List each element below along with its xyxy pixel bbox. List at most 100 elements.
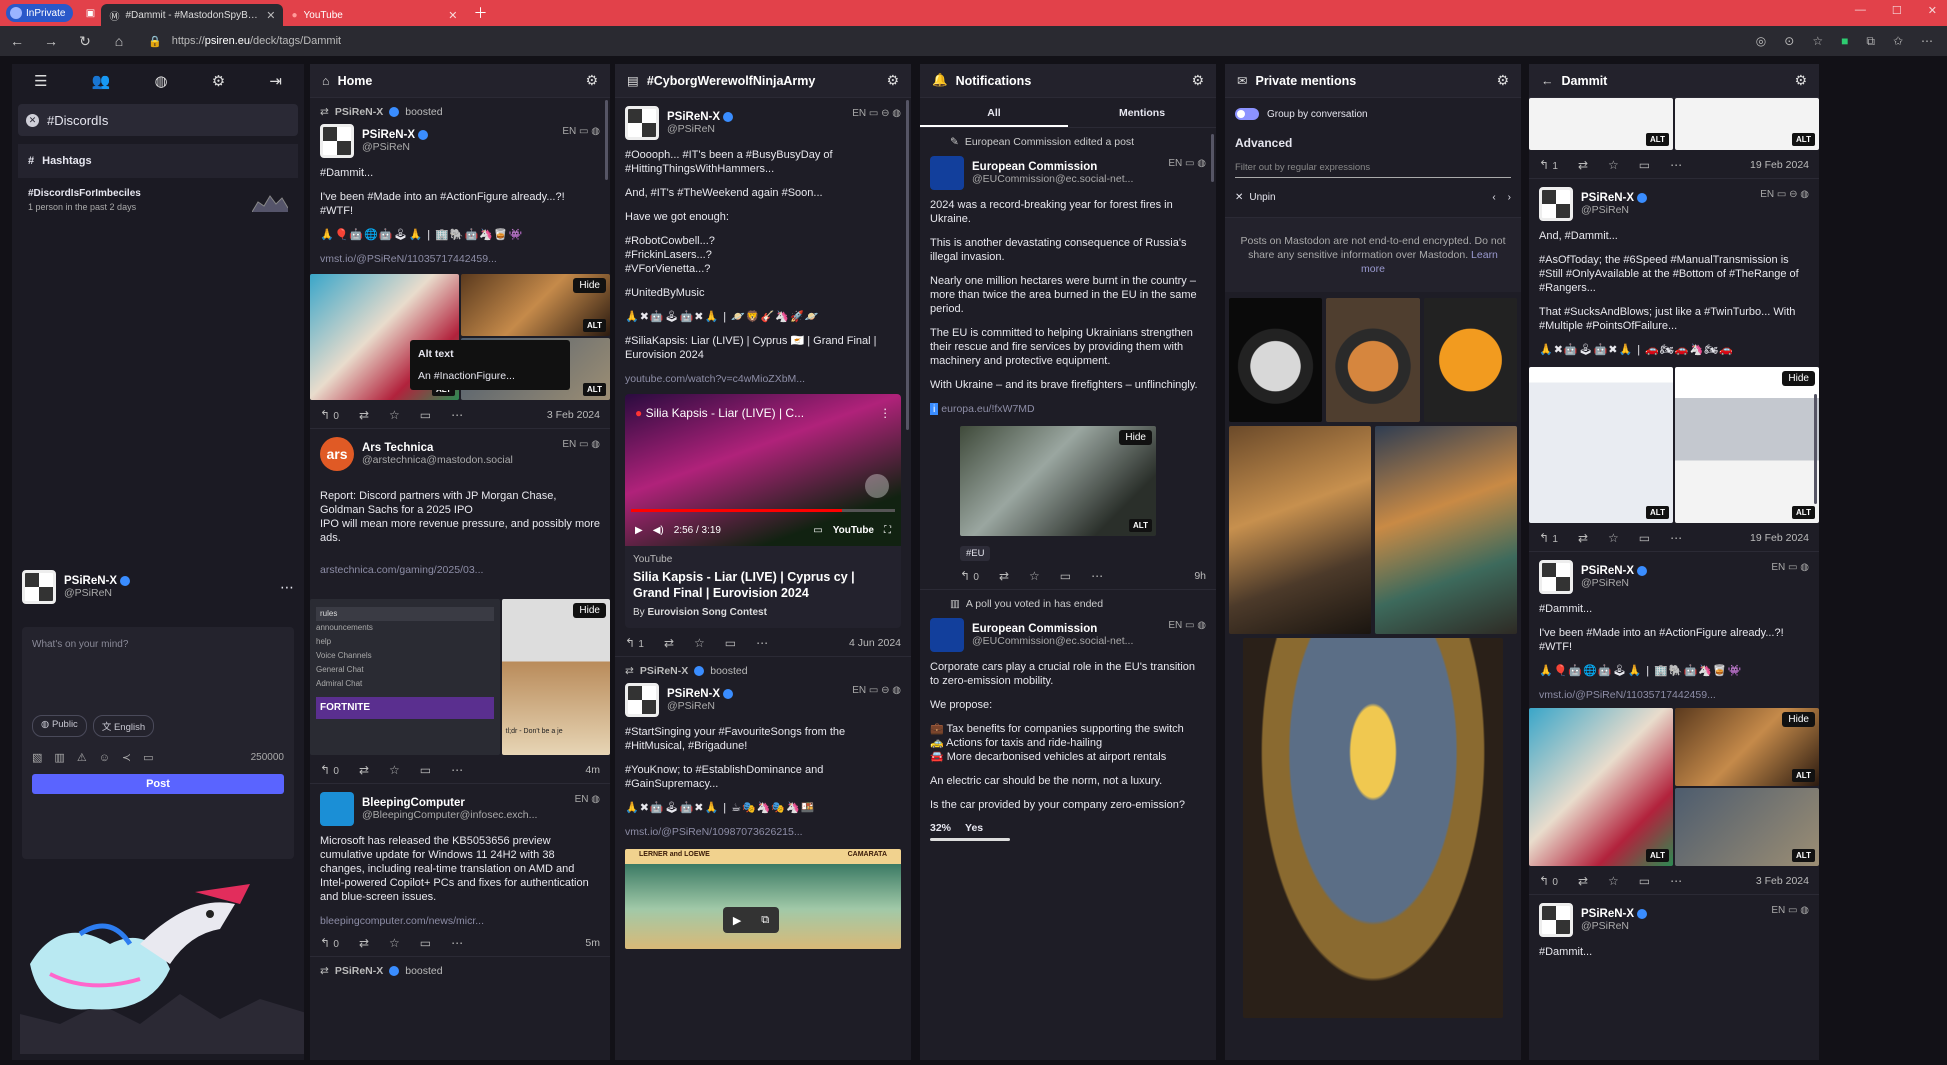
bookmark-icon[interactable]: ▭ [420,408,431,422]
media-image[interactable] [1375,426,1517,634]
more-icon[interactable]: ⋯ [1670,158,1682,172]
bookmark-icon[interactable]: ▭ [1639,158,1650,172]
status-post[interactable]: ALT ALT ↰ 1 ⇄ ☆ ▭ ⋯ 19 Feb 2024 [1529,98,1819,179]
post-button[interactable]: Post [32,774,284,794]
scrollbar[interactable] [906,100,909,430]
media-image[interactable] [1229,298,1323,422]
status-post[interactable]: ⇄ PSiReN-X boosted [310,957,610,989]
compose-textarea[interactable]: What's on your mind? [22,627,294,715]
status-post[interactable]: PSiReN-X @PSiReN EN ▭ ⊖ ◍ And, #Dammit..… [1529,179,1819,552]
unpin-icon[interactable]: ✕ [1235,192,1243,203]
fullscreen-icon[interactable]: ⛶ [884,525,891,536]
video-more-icon[interactable]: ⋮ [880,406,892,420]
column-settings-icon[interactable]: ⚙ [886,72,899,89]
favourite-icon[interactable]: ☆ [1608,874,1619,888]
search-input[interactable]: ✕ #DiscordIs [18,104,298,136]
media-image[interactable] [1326,298,1420,422]
trending-hashtag[interactable]: #DiscordIsForImbeciles 1 person in the p… [28,188,288,212]
post-date[interactable]: 4 Jun 2024 [849,637,901,649]
volume-icon[interactable]: ◀) [653,525,664,536]
extension-icon[interactable]: ■ [1841,34,1848,49]
media-image[interactable]: rules announcements help Voice Channels … [310,599,500,755]
status-post[interactable]: ars Ars Technica @arstechnica@mastodon.so… [310,429,610,784]
boost-icon[interactable]: ⇄ [359,936,369,950]
reply-icon[interactable]: ↰ 0 [320,763,339,777]
boost-icon[interactable]: ⇄ [1578,874,1588,888]
media-image[interactable]: ALT [1675,98,1819,150]
hide-media-button[interactable]: Hide [1119,430,1152,445]
people-icon[interactable]: 👥 [92,72,111,90]
favourite-icon[interactable]: ☆ [389,408,400,422]
reply-icon[interactable]: ↰ 0 [1539,874,1558,888]
reply-icon[interactable]: ↰ 0 [320,936,339,950]
status-post[interactable]: PSiReN-X @PSiReN EN ▭ ◍ #Dammit... [1529,895,1819,975]
avatar[interactable]: ars [320,437,354,471]
bookmark-icon[interactable]: ▭ [1639,531,1650,545]
boost-icon[interactable]: ⇄ [359,763,369,777]
media-image[interactable] [1229,426,1371,634]
post-link[interactable]: vmst.io/@PSiReN/11035717442459... [1539,688,1809,702]
close-tab-icon[interactable]: ✕ [266,9,275,22]
more-icon[interactable]: ⋯ [1091,569,1103,583]
regex-filter-input[interactable]: Filter out by regular expressions [1235,162,1511,178]
minimize-icon[interactable]: — [1855,4,1866,17]
status-post[interactable]: PSiReN-X @PSiReN EN ▭ ◍ #Dammit... I've … [1529,552,1819,895]
bookmark-icon[interactable]: ▭ [1639,874,1650,888]
avatar[interactable] [625,106,659,140]
media-image[interactable]: ALT [1529,708,1673,866]
more-icon[interactable]: ⋯ [1670,531,1682,545]
media-image[interactable]: ALT [1675,788,1819,866]
tab-youtube[interactable]: ● YouTube ✕ [283,4,465,26]
post-date[interactable]: 9h [1194,570,1206,582]
favourite-icon[interactable]: ☆ [1608,531,1619,545]
open-external-icon[interactable]: ⧉ [761,914,769,927]
attach-media-icon[interactable]: ▧ [32,751,42,764]
media-image[interactable]: LERNER and LOEWE CAMARATA ▶ ⧉ [625,849,901,949]
hide-media-button[interactable]: Hide [1782,712,1815,727]
back-arrow-icon[interactable]: ← [1541,74,1554,88]
boost-icon[interactable]: ⇄ [359,408,369,422]
post-date[interactable]: 5m [585,937,600,949]
inprivate-badge[interactable]: InPrivate [6,4,74,22]
forward-icon[interactable]: → [34,33,68,49]
avatar[interactable] [320,124,354,158]
group-by-conversation-toggle[interactable]: Group by conversation [1225,98,1521,130]
hide-media-button[interactable]: Hide [573,278,606,293]
media-image[interactable]: Hide ALT [1675,708,1819,786]
avatar[interactable] [1539,903,1573,937]
status-post[interactable]: European Commission @EUCommission@ec.soci… [920,614,1216,847]
favourite-icon[interactable]: ☆ [389,936,400,950]
bookmark-icon[interactable]: ▭ [420,936,431,950]
media-image[interactable]: ALT [1529,98,1673,150]
boost-icon[interactable]: ⇄ [999,569,1009,583]
column-settings-icon[interactable]: ⚙ [1191,72,1204,89]
hide-media-button[interactable]: Hide [573,603,606,618]
boost-icon[interactable]: ⇄ [1578,158,1588,172]
media-image[interactable] [1243,638,1503,1018]
favourite-icon[interactable]: ☆ [1029,569,1040,583]
post-date[interactable]: 3 Feb 2024 [547,409,600,421]
play-icon[interactable]: ▶ [635,525,643,536]
content-warning-icon[interactable]: ⚠ [77,751,87,764]
language-button[interactable]: 文 English [92,715,155,737]
toggle-switch[interactable] [1235,108,1259,120]
post-link[interactable]: youtube.com/watch?v=c4wMioZXbM... [625,372,901,386]
play-icon[interactable]: ▶ [733,914,741,927]
reply-all-icon[interactable]: ↰ 1 [1539,531,1558,545]
bookmark-icon[interactable]: ▭ [420,763,431,777]
extensions-icon[interactable]: ⧉ [1866,34,1875,49]
avatar[interactable] [1539,560,1573,594]
clear-search-icon[interactable]: ✕ [26,113,39,127]
share-icon[interactable]: ≺ [122,751,131,764]
avatar[interactable] [930,156,964,190]
move-right-icon[interactable]: › [1508,192,1511,203]
hide-media-button[interactable]: Hide [1782,371,1815,386]
favorites-icon[interactable]: ✩ [1893,34,1903,49]
status-post[interactable]: ⇄ PSiReN-X boosted PSiReN-X @PSiReN EN ▭ … [310,98,610,429]
reader-icon[interactable]: ⊙ [1784,34,1794,49]
column-settings-icon[interactable]: ⚙ [585,72,598,89]
refresh-icon[interactable]: ↻ [68,33,102,50]
maximize-icon[interactable]: ☐ [1892,4,1902,17]
poll-icon[interactable]: ▥ [54,751,64,764]
media-image[interactable]: Hide ALT [461,274,610,336]
